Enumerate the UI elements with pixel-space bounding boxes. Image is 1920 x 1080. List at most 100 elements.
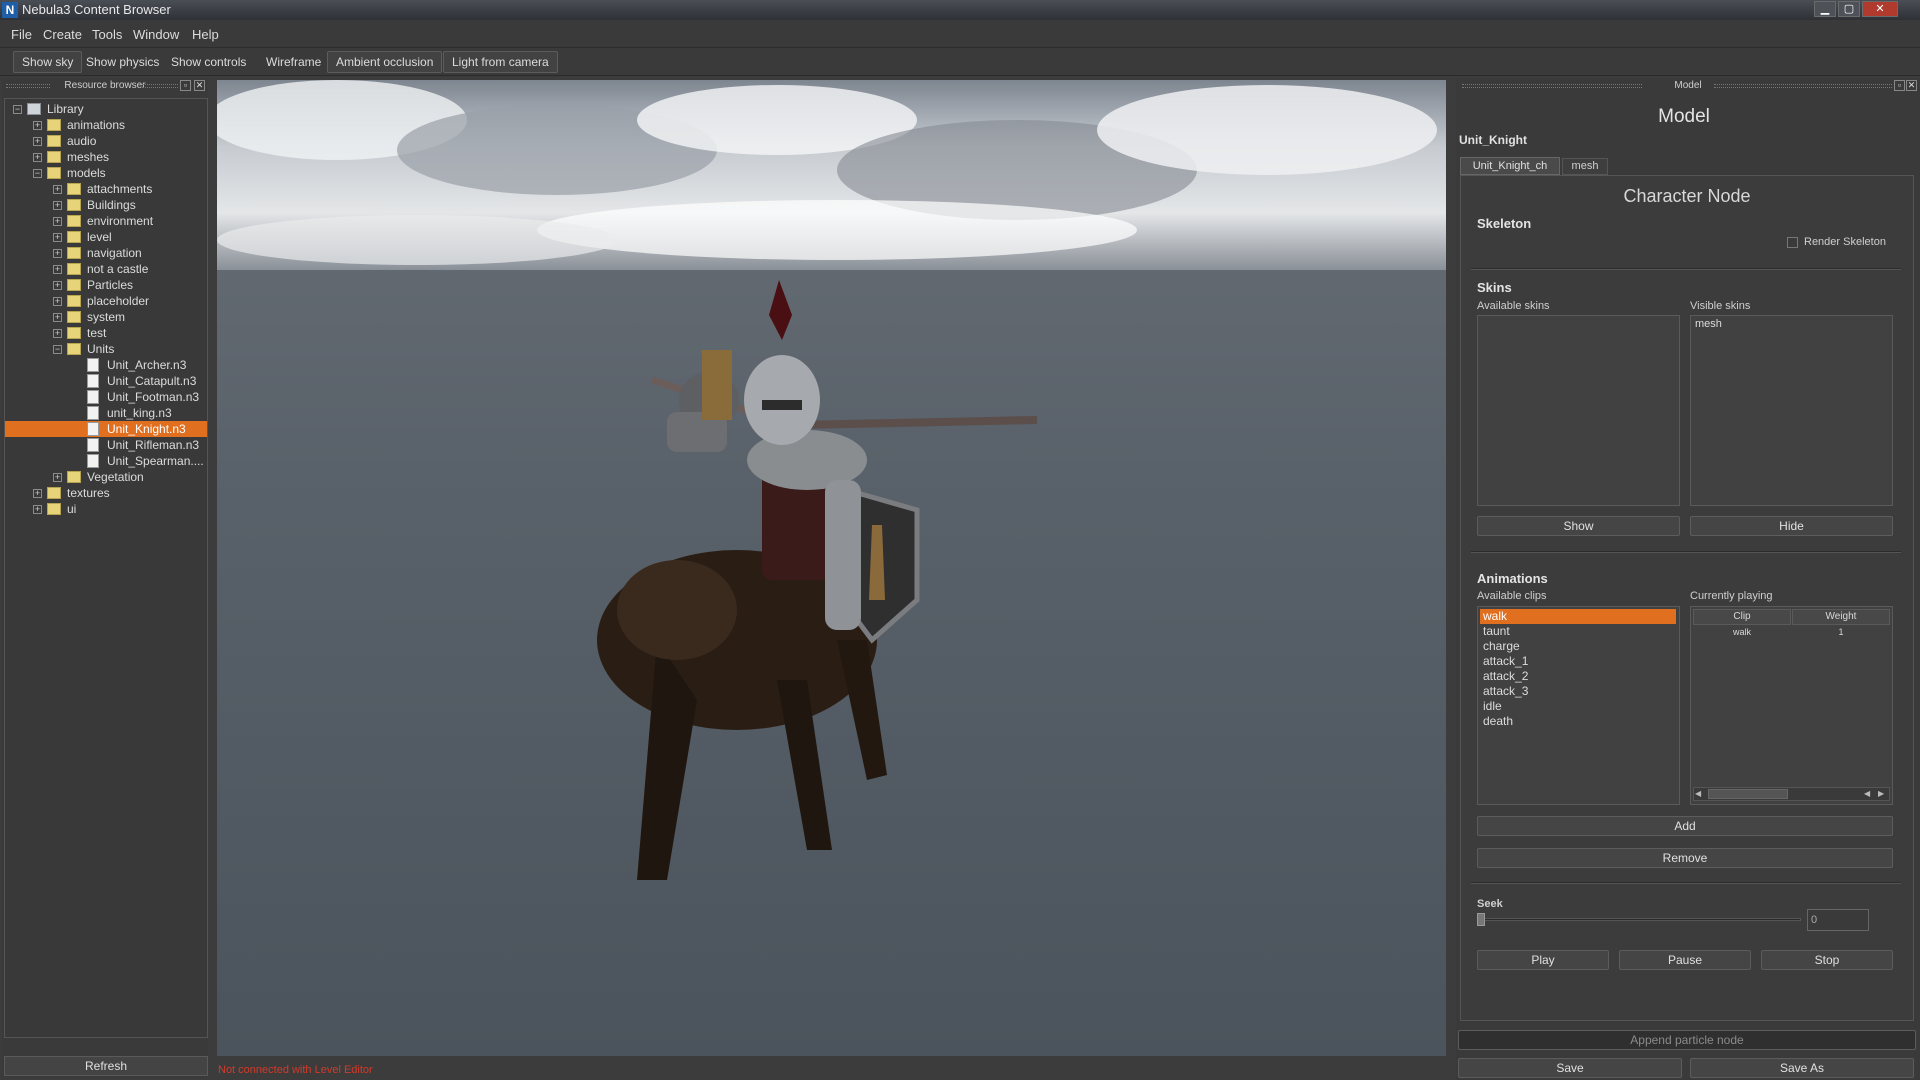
clip-item[interactable]: idle xyxy=(1480,699,1676,714)
toggle-ambient-occlusion[interactable]: Ambient occlusion xyxy=(327,51,443,73)
remove-animation-button[interactable]: Remove xyxy=(1477,848,1893,868)
close-icon[interactable]: ✕ xyxy=(1906,80,1917,91)
tree-file-item[interactable]: Unit_Knight.n3 xyxy=(5,421,207,437)
3d-viewport[interactable] xyxy=(217,80,1446,1056)
append-particle-node-button[interactable]: Append particle node xyxy=(1458,1030,1916,1050)
float-icon[interactable]: ▫ xyxy=(1894,80,1905,91)
save-as-button[interactable]: Save As xyxy=(1690,1058,1914,1078)
tree-folder-item[interactable]: + not a castle xyxy=(5,261,207,277)
menu-create[interactable]: Create xyxy=(43,27,82,42)
tree-folder-item[interactable]: + Particles xyxy=(5,277,207,293)
dock-grip[interactable] xyxy=(142,84,178,88)
scroll-left-icon[interactable]: ◀ xyxy=(1695,789,1701,799)
close-button[interactable]: ✕ xyxy=(1862,1,1898,17)
expand-icon[interactable]: + xyxy=(53,473,62,482)
tree-folder-item[interactable]: − models xyxy=(5,165,207,181)
expand-icon[interactable]: + xyxy=(53,217,62,226)
expand-icon[interactable]: + xyxy=(53,329,62,338)
maximize-button[interactable]: ▢ xyxy=(1838,1,1860,17)
tree-folder-item[interactable]: + Buildings xyxy=(5,197,207,213)
column-header-clip[interactable]: Clip xyxy=(1693,609,1791,625)
visible-skins-list[interactable]: mesh xyxy=(1690,315,1893,506)
tab-unit-knight-ch[interactable]: Unit_Knight_ch xyxy=(1460,157,1560,175)
clip-item[interactable]: attack_1 xyxy=(1480,654,1676,669)
available-skins-list[interactable] xyxy=(1477,315,1680,506)
expand-icon[interactable]: + xyxy=(53,265,62,274)
table-cell-clip[interactable]: walk xyxy=(1693,627,1791,637)
expand-icon[interactable]: + xyxy=(53,233,62,242)
tree-folder-item[interactable]: + ui xyxy=(5,501,207,517)
list-item[interactable]: mesh xyxy=(1695,318,1722,330)
expand-icon[interactable]: + xyxy=(33,489,42,498)
available-clips-list[interactable]: walk taunt charge attack_1 attack_2 attack_3 i… xyxy=(1477,606,1680,805)
scroll-right-icon[interactable]: ▶ xyxy=(1878,789,1884,799)
menu-tools[interactable]: Tools xyxy=(92,27,122,42)
tree-file-item[interactable]: Unit_Spearman.... xyxy=(5,453,207,469)
tree-file-item[interactable]: Unit_Rifleman.n3 xyxy=(5,437,207,453)
tree-folder-item[interactable]: + navigation xyxy=(5,245,207,261)
dock-grip[interactable] xyxy=(1462,84,1642,88)
clip-item[interactable]: charge xyxy=(1480,639,1676,654)
toggle-light-from-camera[interactable]: Light from camera xyxy=(443,51,558,73)
seek-value-field[interactable]: 0 xyxy=(1807,909,1869,931)
tree-file-item[interactable]: Unit_Archer.n3 xyxy=(5,357,207,373)
tree-folder-item[interactable]: + system xyxy=(5,309,207,325)
add-animation-button[interactable]: Add xyxy=(1477,816,1893,836)
collapse-icon[interactable]: − xyxy=(53,345,62,354)
seek-handle[interactable] xyxy=(1477,913,1485,926)
play-button[interactable]: Play xyxy=(1477,950,1609,970)
menu-file[interactable]: File xyxy=(11,27,32,42)
horizontal-scrollbar[interactable]: ◀ ◀ ▶ xyxy=(1693,787,1890,801)
tree-folder-item[interactable]: + test xyxy=(5,325,207,341)
tree-file-item[interactable]: Unit_Footman.n3 xyxy=(5,389,207,405)
dock-grip[interactable] xyxy=(6,84,50,88)
minimize-button[interactable]: ▁ xyxy=(1814,1,1836,17)
clip-item[interactable]: attack_2 xyxy=(1480,669,1676,684)
tree-folder-item[interactable]: − Units xyxy=(5,341,207,357)
dock-grip[interactable] xyxy=(1714,84,1892,88)
tree-folder-item[interactable]: + level xyxy=(5,229,207,245)
toggle-show-physics[interactable]: Show physics xyxy=(77,51,168,73)
tree-folder-item[interactable]: + audio xyxy=(5,133,207,149)
clip-item[interactable]: death xyxy=(1480,714,1676,729)
tree-folder-item[interactable]: + meshes xyxy=(5,149,207,165)
expand-icon[interactable]: + xyxy=(33,137,42,146)
expand-icon[interactable]: + xyxy=(33,505,42,514)
expand-icon[interactable]: + xyxy=(53,249,62,258)
seek-slider[interactable] xyxy=(1481,918,1801,921)
clip-item[interactable]: attack_3 xyxy=(1480,684,1676,699)
clip-item[interactable]: walk xyxy=(1480,609,1676,624)
expand-icon[interactable]: + xyxy=(53,281,62,290)
scroll-left-icon[interactable]: ◀ xyxy=(1864,789,1870,799)
scrollbar-thumb[interactable] xyxy=(1708,789,1788,799)
pause-button[interactable]: Pause xyxy=(1619,950,1751,970)
show-skin-button[interactable]: Show xyxy=(1477,516,1680,536)
tree-folder-item[interactable]: + animations xyxy=(5,117,207,133)
toggle-show-controls[interactable]: Show controls xyxy=(162,51,255,73)
tree-folder-item[interactable]: + environment xyxy=(5,213,207,229)
menu-help[interactable]: Help xyxy=(192,27,219,42)
expand-icon[interactable]: + xyxy=(33,153,42,162)
float-icon[interactable]: ▫ xyxy=(180,80,191,91)
expand-icon[interactable]: + xyxy=(53,297,62,306)
tree-file-item[interactable]: Unit_Catapult.n3 xyxy=(5,373,207,389)
toggle-wireframe[interactable]: Wireframe xyxy=(257,51,330,73)
tree-folder-item[interactable]: − Library xyxy=(5,101,207,117)
tree-folder-item[interactable]: + Vegetation xyxy=(5,469,207,485)
toggle-show-sky[interactable]: Show sky xyxy=(13,51,83,73)
close-icon[interactable]: ✕ xyxy=(194,80,205,91)
render-skeleton-checkbox[interactable] xyxy=(1787,237,1798,248)
column-header-weight[interactable]: Weight xyxy=(1792,609,1890,625)
stop-button[interactable]: Stop xyxy=(1761,950,1893,970)
clip-item[interactable]: taunt xyxy=(1480,624,1676,639)
expand-icon[interactable]: + xyxy=(53,201,62,210)
currently-playing-table[interactable]: Clip Weight walk 1 ◀ ◀ ▶ xyxy=(1690,606,1893,805)
menu-window[interactable]: Window xyxy=(133,27,179,42)
collapse-icon[interactable]: − xyxy=(33,169,42,178)
save-button[interactable]: Save xyxy=(1458,1058,1682,1078)
expand-icon[interactable]: + xyxy=(53,185,62,194)
tree-folder-item[interactable]: + attachments xyxy=(5,181,207,197)
refresh-button[interactable]: Refresh xyxy=(4,1056,208,1076)
hide-skin-button[interactable]: Hide xyxy=(1690,516,1893,536)
tree-folder-item[interactable]: + placeholder xyxy=(5,293,207,309)
